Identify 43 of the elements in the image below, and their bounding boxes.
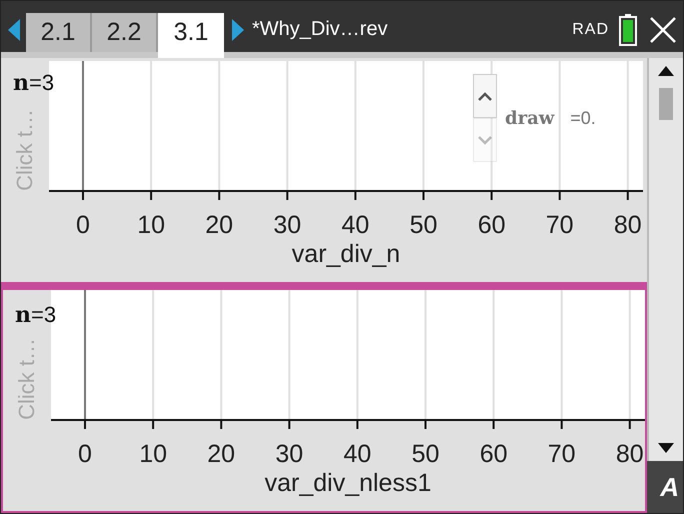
variable-value: n=3 — [13, 70, 54, 96]
scroll-down-icon[interactable] — [658, 443, 674, 453]
tick-label: 0 — [76, 211, 90, 239]
tick-label: 70 — [546, 211, 574, 239]
corner-button[interactable]: A — [647, 461, 683, 513]
side-label: Click t… — [14, 336, 40, 420]
previous-icon[interactable] — [8, 18, 20, 40]
tick-label: 80 — [616, 440, 644, 468]
tick-label: 50 — [410, 211, 438, 239]
tick-label: 20 — [205, 211, 234, 239]
axis-title: var_div_nless1 — [264, 468, 432, 498]
angle-mode: RAD — [572, 20, 609, 38]
slider-value: =0. — [570, 108, 596, 128]
tick-label: 40 — [342, 211, 370, 239]
tick-label: 50 — [412, 440, 440, 468]
chevron-down-icon — [478, 136, 492, 144]
slider-name: draw — [505, 108, 554, 128]
tick-label: 20 — [207, 440, 236, 468]
tick-label: 0 — [78, 440, 92, 468]
close-icon[interactable] — [649, 16, 677, 44]
plot-panel[interactable]: Click t… 0 10 20 30 40 50 60 70 80 var_div_nless1 n=3 — [1, 282, 647, 513]
variable-value: n=3 — [15, 302, 56, 328]
chevron-up-icon — [478, 92, 492, 100]
next-icon[interactable] — [232, 18, 244, 40]
battery-icon — [619, 14, 637, 46]
tick-label: 30 — [275, 440, 304, 468]
side-label: Click t… — [12, 108, 38, 191]
axis-title: var_div_n — [290, 239, 402, 269]
tick-label: 10 — [137, 211, 165, 239]
page-tab[interactable]: 2.2 — [92, 13, 158, 52]
tick-label: 30 — [273, 211, 302, 239]
tick-label: 70 — [548, 440, 576, 468]
document-title: *Why_Div…rev — [252, 18, 388, 41]
tick-label: 80 — [614, 211, 642, 239]
scroll-up-icon[interactable] — [658, 66, 674, 76]
tick-label: 60 — [480, 440, 508, 468]
page-tab[interactable]: 2.1 — [26, 13, 92, 52]
tick-label: 60 — [478, 211, 506, 239]
spin-up-button[interactable] — [473, 74, 497, 118]
scroll-thumb[interactable] — [659, 88, 673, 120]
page-tab[interactable]: 3.1 — [158, 13, 224, 58]
tick-label: 40 — [344, 440, 372, 468]
tick-label: 10 — [139, 440, 167, 468]
